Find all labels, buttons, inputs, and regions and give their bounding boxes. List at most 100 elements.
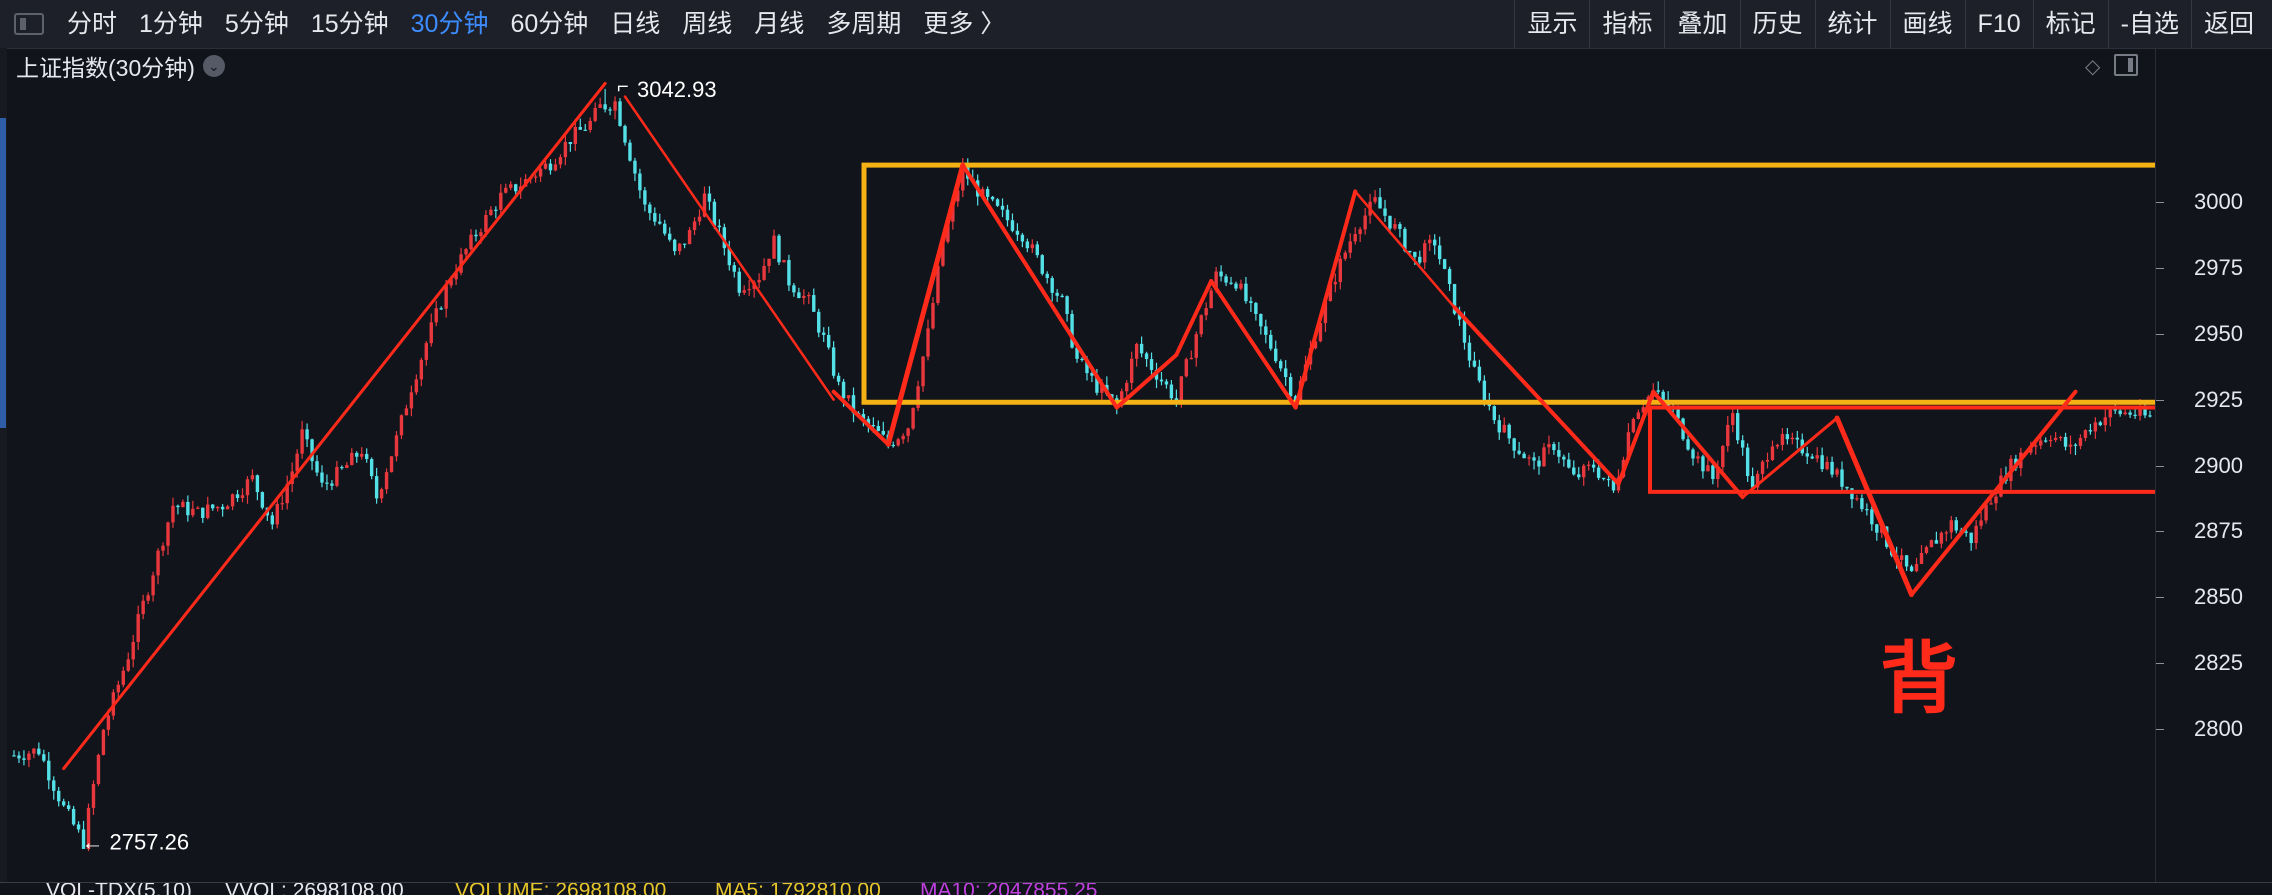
y-tick-mark	[2156, 202, 2164, 203]
candle-body	[1045, 273, 1049, 279]
period-tab[interactable]: 60分钟	[499, 0, 599, 48]
indicator-name[interactable]: VOL-TDX(5,10)	[46, 883, 192, 895]
candle-body	[57, 790, 61, 802]
candle-body	[1179, 376, 1184, 401]
candle-body	[1194, 334, 1198, 358]
candle-body	[638, 173, 642, 191]
candle-body	[479, 232, 483, 237]
candle-body	[1462, 319, 1467, 343]
candle-body	[563, 141, 568, 158]
candle-body	[1338, 258, 1343, 283]
period-bar: 分时 1分钟 5分钟 15分钟 30分钟 60分钟 日线 周线 月线 多周期 更…	[6, 0, 1016, 48]
candle-body	[22, 758, 26, 760]
candle-body	[1870, 509, 1874, 525]
candle-body	[2098, 422, 2103, 426]
candle-body	[648, 204, 652, 214]
candle-body	[275, 503, 279, 525]
candle-body	[1954, 520, 1958, 531]
remove-watchlist-button[interactable]: -自选	[2107, 0, 2191, 48]
candle-body	[1736, 413, 1740, 441]
ma10-value: MA10: 2047855.25	[920, 882, 1098, 895]
low_label: 2757.26	[110, 830, 190, 855]
candle-body	[230, 494, 235, 507]
candle-body	[578, 126, 582, 130]
candle-body	[1144, 353, 1149, 360]
display-button[interactable]: 显示	[1514, 0, 1589, 48]
period-tab[interactable]: 5分钟	[214, 0, 300, 48]
candle-body	[672, 239, 677, 252]
candle-body	[186, 501, 190, 516]
candle-body	[17, 755, 21, 759]
f10-button[interactable]: F10	[1964, 0, 2033, 48]
statistics-button[interactable]: 统计	[1814, 0, 1890, 48]
candle-body	[2068, 444, 2073, 447]
period-tab-active[interactable]: 30分钟	[400, 0, 500, 48]
candle-body	[916, 386, 920, 409]
candle-body	[1835, 469, 1839, 475]
candlestick-chart[interactable]: 3042.93 2757.26 ⌐ ← 背	[0, 48, 2155, 882]
candle-body	[101, 729, 106, 755]
history-button[interactable]: 历史	[1739, 0, 1815, 48]
draw-line-button[interactable]: 画线	[1889, 0, 1965, 48]
candle-body	[295, 453, 299, 472]
candle-body	[2093, 422, 2098, 432]
candle-body	[762, 266, 766, 280]
candle-body	[1562, 456, 1566, 460]
candle-body	[1353, 234, 1357, 242]
candle-body	[1572, 467, 1576, 475]
candle-body	[985, 189, 990, 197]
y-tick-label: 2900	[2194, 452, 2243, 478]
mark-button[interactable]: 标记	[2032, 0, 2108, 48]
indicator-button[interactable]: 指标	[1589, 0, 1664, 48]
candle-body	[1974, 525, 1978, 544]
period-tab[interactable]: 月线	[743, 0, 815, 48]
candle-body	[538, 168, 543, 177]
candle-body	[1055, 292, 1059, 296]
candle-body	[1765, 459, 1770, 462]
overlay-button[interactable]: 叠加	[1664, 0, 1739, 48]
candle-body	[712, 201, 717, 226]
candle-body	[260, 492, 265, 508]
low-marker-icon: ←	[82, 830, 104, 855]
candle-body	[335, 466, 339, 486]
period-tab[interactable]: 1分钟	[128, 0, 214, 48]
y-tick-mark	[2156, 597, 2164, 599]
candle-body	[697, 216, 702, 222]
back-button[interactable]: 返回	[2190, 0, 2266, 48]
sidebar-toggle-icon[interactable]	[14, 13, 44, 35]
candle-body	[1437, 245, 1442, 260]
candle-body	[509, 184, 513, 188]
candle-body	[896, 439, 900, 446]
candle-body	[2088, 430, 2093, 432]
candle-body	[1507, 424, 1511, 439]
period-tab[interactable]: 周线	[671, 0, 743, 48]
period-tab[interactable]: 日线	[599, 0, 671, 48]
candle-body	[608, 109, 612, 111]
candle-body	[777, 235, 781, 263]
period-tab[interactable]: 分时	[56, 0, 128, 48]
candle-body	[42, 754, 46, 761]
candle-body	[255, 475, 260, 493]
y-tick-label: 2975	[2194, 254, 2243, 280]
candle-body	[1750, 476, 1755, 488]
candle-body	[484, 215, 488, 233]
candle-body	[499, 192, 503, 210]
period-tab[interactable]: 15分钟	[300, 0, 400, 48]
candle-body	[1606, 478, 1611, 481]
candle-body	[1914, 564, 1919, 572]
candle-body	[1557, 450, 1561, 457]
candle-body	[151, 575, 155, 596]
candle-body	[1413, 251, 1417, 257]
more-periods-button[interactable]: 更多 〉	[912, 0, 1016, 48]
candle-body	[220, 506, 225, 510]
candle-body	[787, 259, 791, 286]
period-tab[interactable]: 多周期	[815, 0, 912, 48]
candle-body	[161, 545, 165, 551]
candle-body	[280, 503, 284, 505]
candle-body	[2128, 412, 2132, 415]
candle-body	[429, 322, 433, 344]
candle-body	[330, 483, 334, 486]
candle-body	[300, 429, 304, 454]
candle-body	[1810, 456, 1814, 459]
candle-body	[613, 101, 617, 111]
